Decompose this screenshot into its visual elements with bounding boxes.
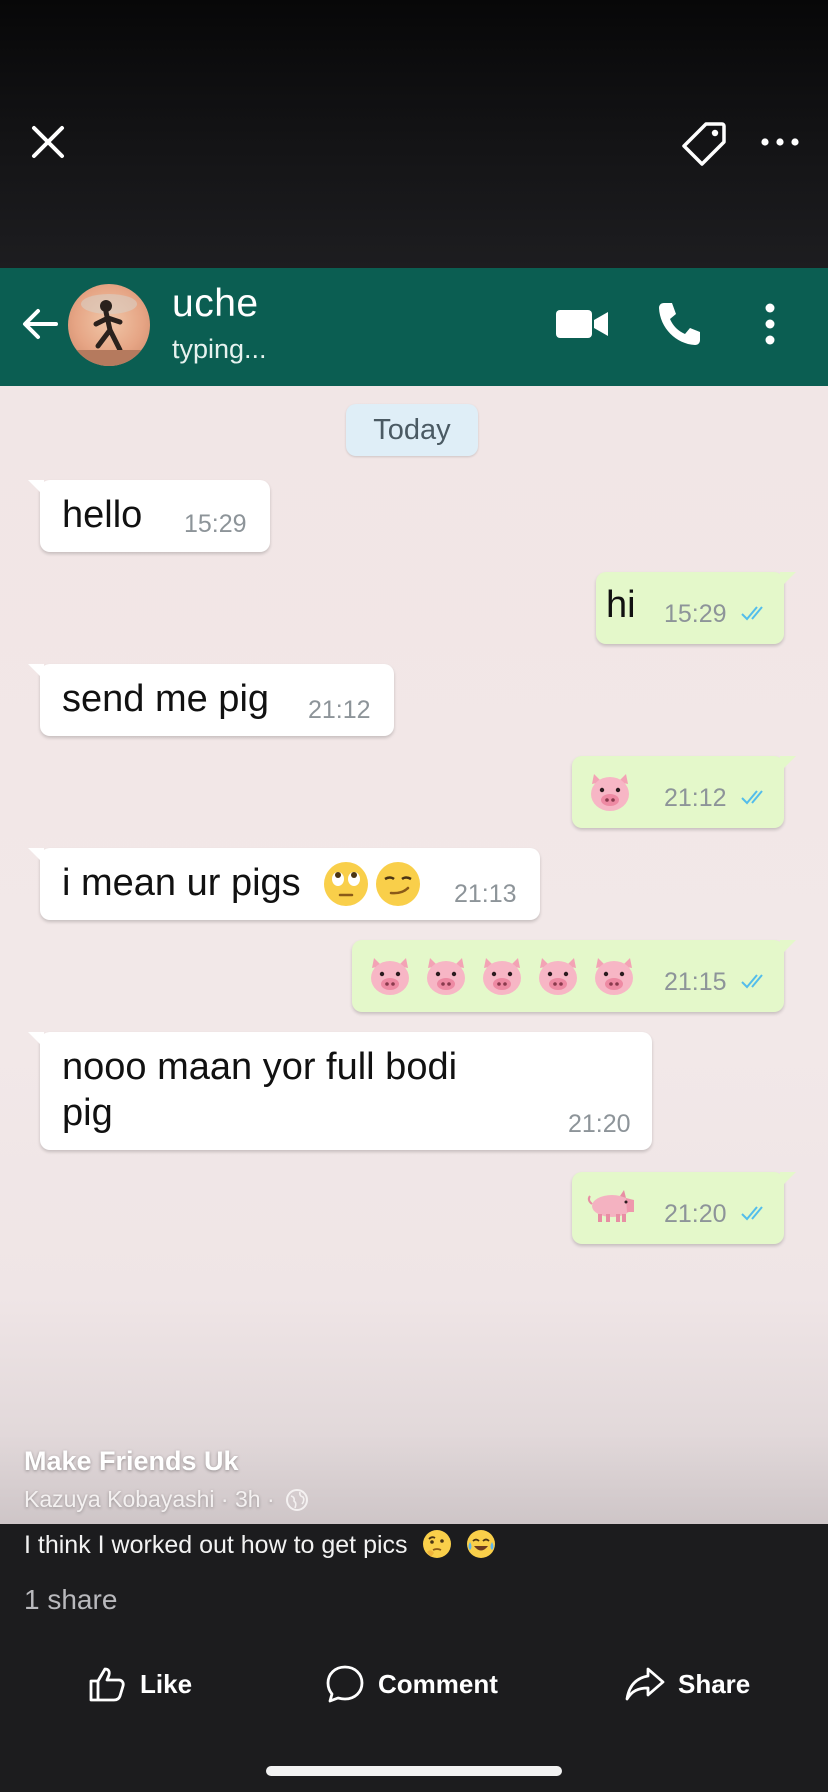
chat-header: uche typing... [0, 268, 828, 386]
contact-typing-status: typing... [172, 334, 267, 364]
pig-face-emoji [483, 958, 521, 995]
outgoing-message: 21:12 [572, 756, 796, 828]
outgoing-message: hi 15:29 [596, 572, 796, 644]
video-call-icon [556, 310, 608, 338]
like-label: Like [140, 1668, 193, 1699]
pig-face-emoji [427, 958, 465, 995]
post-photo[interactable]: uche typing... Today hello 15:29 hi 15:2… [0, 268, 828, 1524]
message-time: 21:20 [568, 1110, 631, 1138]
incoming-message: hello 15:29 [28, 480, 270, 552]
thumbs-up-icon [89, 1667, 125, 1702]
message-text-line2: pig [62, 1092, 113, 1134]
message-text: hello [62, 494, 143, 536]
outgoing-message: 21:15 [352, 940, 796, 1012]
read-receipt-icon [741, 790, 763, 805]
pig-emoji [587, 1190, 634, 1222]
message-time: 21:20 [664, 1200, 727, 1228]
comment-bubble-icon [326, 1665, 364, 1703]
thinking-face-emoji [422, 1530, 451, 1558]
close-icon[interactable] [28, 122, 68, 162]
pig-face-emoji [591, 774, 629, 811]
message-text: hi [606, 584, 636, 626]
date-chip: Today [346, 404, 478, 456]
message-text: nooo maan yor full bodi [62, 1046, 458, 1088]
post-age[interactable]: 3h [235, 1486, 261, 1512]
pig-face-emoji [595, 958, 633, 995]
incoming-message: send me pig 21:12 [28, 664, 394, 736]
incoming-message: i mean ur pigs 21:13 [28, 848, 540, 920]
pig-face-emoji [371, 958, 409, 995]
share-label: Share [678, 1668, 751, 1699]
more-options-icon[interactable] [758, 130, 802, 154]
contact-avatar [68, 284, 150, 366]
post-caption: I think I worked out how to get pics [24, 1528, 497, 1560]
read-receipt-icon [741, 606, 763, 621]
caption-text: I think I worked out how to get pics [24, 1531, 408, 1559]
message-time: 21:12 [664, 784, 727, 812]
message-time: 21:15 [664, 968, 727, 996]
comment-label: Comment [378, 1668, 498, 1699]
like-button[interactable]: Like [86, 1656, 192, 1712]
comment-button[interactable]: Comment [324, 1656, 498, 1712]
chat-menu-icon [765, 303, 775, 345]
meta-separator: · [266, 1486, 275, 1512]
share-arrow-icon [625, 1667, 665, 1701]
pig-face-emoji [539, 958, 577, 995]
message-text: send me pig [62, 678, 270, 720]
smirking-face-emoji [376, 862, 420, 906]
post-meta: Kazuya Kobayashi · 3h · [24, 1486, 309, 1513]
phone-call-icon [659, 303, 700, 345]
tag-icon[interactable] [680, 118, 730, 168]
message-time: 21:13 [454, 880, 517, 908]
incoming-message: nooo maan yor full bodi pig 21:20 [28, 1032, 652, 1150]
message-time: 15:29 [664, 600, 727, 628]
share-button[interactable]: Share [624, 1656, 750, 1712]
home-indicator[interactable] [266, 1766, 562, 1776]
page-name[interactable]: Make Friends Uk [24, 1446, 239, 1477]
outgoing-message: 21:20 [572, 1172, 796, 1244]
photo-viewer-top-bar [0, 0, 828, 268]
contact-name: uche [172, 282, 259, 325]
read-receipt-icon [741, 974, 763, 989]
avatar-person-image [68, 294, 150, 366]
read-receipt-icon [741, 1206, 763, 1221]
share-count[interactable]: 1 share [24, 1584, 117, 1616]
public-globe-icon [286, 1489, 309, 1511]
post-author[interactable]: Kazuya Kobayashi [24, 1486, 215, 1512]
back-arrow-icon [23, 309, 58, 339]
rolling-eyes-emoji [324, 862, 368, 906]
tears-of-joy-emoji [467, 1530, 496, 1558]
message-time: 21:12 [308, 696, 371, 724]
message-time: 15:29 [184, 510, 247, 538]
message-text: i mean ur pigs [62, 862, 301, 904]
meta-separator: · [220, 1486, 229, 1512]
